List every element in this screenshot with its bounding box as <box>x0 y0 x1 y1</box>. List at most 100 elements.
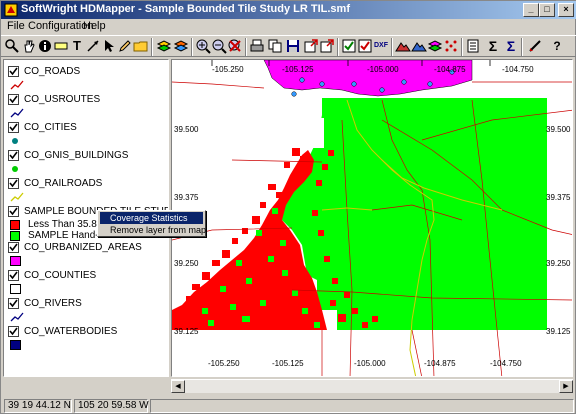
coverage-tile <box>242 316 250 322</box>
layer-row[interactable]: CO_ROADS <box>8 66 168 92</box>
layer-visibility-checkbox[interactable] <box>8 122 19 133</box>
copy-icon[interactable] <box>267 38 283 54</box>
text-tool-icon[interactable]: T <box>69 38 85 54</box>
layer-visibility-checkbox[interactable] <box>8 94 19 105</box>
zoom-cancel-icon[interactable] <box>227 38 243 54</box>
open-folder-icon[interactable] <box>133 38 149 54</box>
dxf-export-icon[interactable]: DXF <box>373 38 389 54</box>
maximize-button[interactable]: □ <box>539 3 555 17</box>
terrain-icon[interactable] <box>395 38 411 54</box>
coverage-tile <box>252 216 260 224</box>
coverage-tile <box>202 272 210 280</box>
line-symbol-icon <box>10 312 24 325</box>
menu-item-coverage-statistics[interactable]: Coverage Statistics <box>100 212 203 224</box>
point-symbol-icon <box>10 136 20 149</box>
save-icon[interactable] <box>285 38 301 54</box>
coverage-tile <box>324 256 330 262</box>
map-canvas[interactable]: -105.250 -105.125 -105.000 -104.875 -104.750… <box>172 60 573 377</box>
scroll-right-arrow-icon[interactable]: ▶ <box>559 380 573 393</box>
status-message <box>150 399 574 413</box>
help-icon[interactable]: ? <box>549 38 565 54</box>
hand-tool-icon[interactable] <box>21 38 37 54</box>
print-icon[interactable] <box>249 38 265 54</box>
layer-row[interactable]: CO_CITIES <box>8 122 168 148</box>
scroll-left-arrow-icon[interactable]: ◀ <box>171 380 185 393</box>
menu-item-remove-layer[interactable]: Remove layer from map <box>100 224 206 236</box>
longitude-label-bottom: -105.125 <box>272 359 304 368</box>
layer-row[interactable]: CO_RAILROADS <box>8 178 168 204</box>
no-coverage-gap <box>312 118 324 148</box>
city-marker <box>299 77 305 83</box>
list-icon[interactable] <box>465 38 481 54</box>
city-marker <box>351 81 357 87</box>
layer-visibility-checkbox[interactable] <box>8 298 19 309</box>
zoom-in-icon[interactable] <box>195 38 211 54</box>
menu-help[interactable]: Help <box>83 20 106 32</box>
export-alt-icon[interactable] <box>319 38 335 54</box>
coverage-icon[interactable] <box>427 38 443 54</box>
info-icon[interactable] <box>37 38 53 54</box>
class-label: Less Than 35.84 <box>28 219 103 230</box>
layers-icon[interactable] <box>156 38 172 54</box>
layer-row[interactable]: CO_WATERBODIES <box>8 326 168 352</box>
layers-edit-icon[interactable] <box>173 38 189 54</box>
layer-row[interactable]: CO_RIVERS <box>8 298 168 324</box>
pointer-tool-icon[interactable] <box>101 38 117 54</box>
layer-name: CO_RIVERS <box>24 298 82 309</box>
line-tool-icon[interactable] <box>85 38 101 54</box>
coverage-tile <box>314 322 320 328</box>
minimize-button[interactable]: _ <box>523 3 539 17</box>
coverage-tile <box>344 292 350 298</box>
terrain-layer-icon[interactable] <box>411 38 427 54</box>
coverage-tile <box>338 314 346 322</box>
layer-visibility-checkbox[interactable] <box>8 178 19 189</box>
zoom-out-icon[interactable] <box>211 38 227 54</box>
measure-tool-icon[interactable] <box>527 38 543 54</box>
layer-row[interactable]: CO_URBANIZED_AREAS <box>8 242 168 268</box>
coverage-tile <box>260 300 266 306</box>
toolbar-separator <box>191 38 193 56</box>
pencil-tool-icon[interactable] <box>117 38 133 54</box>
sum-icon[interactable]: Σ <box>485 38 501 54</box>
city-marker <box>427 81 433 87</box>
layer-visibility-checkbox[interactable] <box>8 326 19 337</box>
latitude-label-right: 39.125 <box>546 327 571 336</box>
point-symbol-icon <box>10 164 20 177</box>
line-symbol-icon <box>10 80 24 93</box>
layer-row[interactable]: CO_GNIS_BUILDINGS <box>8 150 168 176</box>
layer-visibility-checkbox[interactable] <box>8 242 19 253</box>
check-icon[interactable] <box>341 38 357 54</box>
layer-visibility-checkbox[interactable] <box>8 150 19 161</box>
layer-row[interactable]: CO_COUNTIES <box>8 270 168 296</box>
coverage-tile <box>288 220 294 226</box>
export-icon[interactable] <box>303 38 319 54</box>
zoom-tool-icon[interactable] <box>4 38 20 54</box>
grid-points-icon[interactable] <box>443 38 459 54</box>
city-marker <box>291 91 297 97</box>
road-line <box>411 329 422 376</box>
toolbar-separator <box>245 38 247 56</box>
layer-visibility-checkbox[interactable] <box>8 206 19 217</box>
coverage-tile <box>302 308 308 314</box>
check-export-icon[interactable] <box>357 38 373 54</box>
close-button[interactable]: × <box>558 3 574 17</box>
coverage-tile <box>272 208 278 214</box>
sum-select-icon[interactable]: Σ <box>503 38 519 54</box>
coverage-tile <box>192 284 200 290</box>
title-bar[interactable]: SoftWright HDMapper - Sample Bounded Til… <box>1 1 576 19</box>
label-tool-icon[interactable] <box>53 38 69 54</box>
map-horizontal-scrollbar[interactable]: ◀ ▶ <box>171 379 573 393</box>
longitude-label-bottom: -104.875 <box>424 359 456 368</box>
layer-row[interactable]: CO_USROUTES <box>8 94 168 120</box>
latitude-label-right: 39.250 <box>546 259 571 268</box>
menu-file[interactable]: File <box>7 20 25 32</box>
line-symbol-icon <box>10 108 24 121</box>
layer-name: CO_COUNTIES <box>24 270 97 281</box>
app-window: SoftWright HDMapper - Sample Bounded Til… <box>0 0 576 414</box>
fill-symbol-icon <box>10 256 21 266</box>
coverage-tile <box>220 286 226 292</box>
layer-visibility-checkbox[interactable] <box>8 270 19 281</box>
map-view[interactable]: -105.250 -105.125 -105.000 -104.875 -104.750… <box>171 59 573 377</box>
layer-name: CO_USROUTES <box>24 94 101 105</box>
layer-visibility-checkbox[interactable] <box>8 66 19 77</box>
